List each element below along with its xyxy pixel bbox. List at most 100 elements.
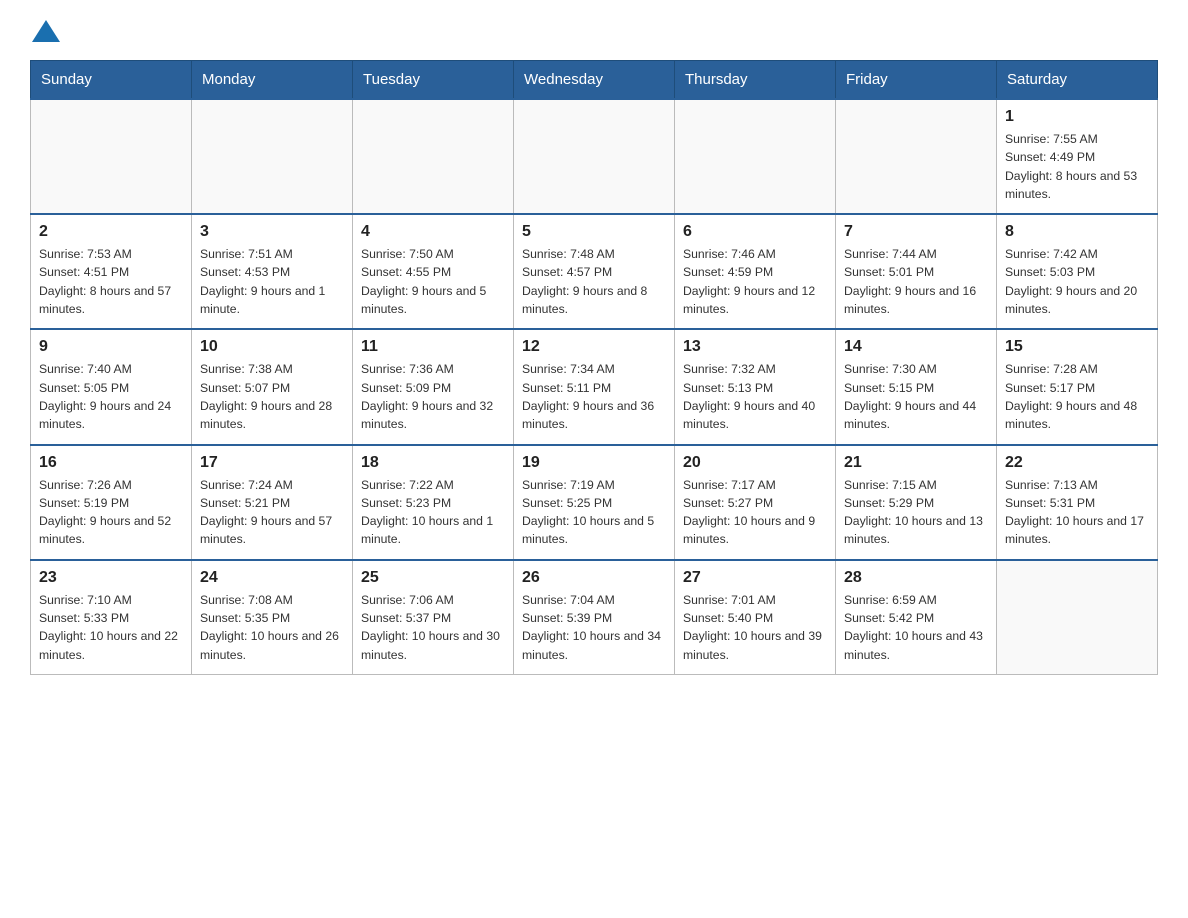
weekday-header-thursday: Thursday	[675, 61, 836, 100]
calendar-cell	[675, 99, 836, 214]
day-number: 28	[844, 569, 988, 587]
day-info: Sunrise: 7:01 AM Sunset: 5:40 PM Dayligh…	[683, 591, 827, 664]
day-number: 14	[844, 338, 988, 356]
day-info: Sunrise: 7:28 AM Sunset: 5:17 PM Dayligh…	[1005, 360, 1149, 433]
day-number: 16	[39, 454, 183, 472]
day-number: 18	[361, 454, 505, 472]
day-number: 23	[39, 569, 183, 587]
calendar-cell: 4 Sunrise: 7:50 AM Sunset: 4:55 PM Daylig…	[353, 214, 514, 329]
weekday-header-wednesday: Wednesday	[514, 61, 675, 100]
calendar-cell	[31, 99, 192, 214]
day-info: Sunrise: 7:10 AM Sunset: 5:33 PM Dayligh…	[39, 591, 183, 664]
day-info: Sunrise: 7:48 AM Sunset: 4:57 PM Dayligh…	[522, 245, 666, 318]
day-info: Sunrise: 7:55 AM Sunset: 4:49 PM Dayligh…	[1005, 130, 1149, 203]
week-row-1: 1 Sunrise: 7:55 AM Sunset: 4:49 PM Daylig…	[31, 99, 1158, 214]
calendar-table: SundayMondayTuesdayWednesdayThursdayFrid…	[30, 60, 1158, 675]
weekday-header-friday: Friday	[836, 61, 997, 100]
day-info: Sunrise: 7:51 AM Sunset: 4:53 PM Dayligh…	[200, 245, 344, 318]
calendar-cell: 9 Sunrise: 7:40 AM Sunset: 5:05 PM Daylig…	[31, 329, 192, 444]
week-row-4: 16 Sunrise: 7:26 AM Sunset: 5:19 PM Dayli…	[31, 445, 1158, 560]
calendar-cell: 20 Sunrise: 7:17 AM Sunset: 5:27 PM Dayli…	[675, 445, 836, 560]
calendar-cell: 14 Sunrise: 7:30 AM Sunset: 5:15 PM Dayli…	[836, 329, 997, 444]
day-number: 12	[522, 338, 666, 356]
day-info: Sunrise: 7:15 AM Sunset: 5:29 PM Dayligh…	[844, 476, 988, 549]
day-number: 11	[361, 338, 505, 356]
calendar-cell: 2 Sunrise: 7:53 AM Sunset: 4:51 PM Daylig…	[31, 214, 192, 329]
week-row-3: 9 Sunrise: 7:40 AM Sunset: 5:05 PM Daylig…	[31, 329, 1158, 444]
day-number: 2	[39, 223, 183, 241]
logo	[30, 20, 60, 44]
day-number: 7	[844, 223, 988, 241]
day-info: Sunrise: 7:26 AM Sunset: 5:19 PM Dayligh…	[39, 476, 183, 549]
day-info: Sunrise: 7:08 AM Sunset: 5:35 PM Dayligh…	[200, 591, 344, 664]
day-number: 20	[683, 454, 827, 472]
day-number: 26	[522, 569, 666, 587]
calendar-cell	[514, 99, 675, 214]
week-row-2: 2 Sunrise: 7:53 AM Sunset: 4:51 PM Daylig…	[31, 214, 1158, 329]
day-info: Sunrise: 7:38 AM Sunset: 5:07 PM Dayligh…	[200, 360, 344, 433]
calendar-cell: 5 Sunrise: 7:48 AM Sunset: 4:57 PM Daylig…	[514, 214, 675, 329]
day-number: 15	[1005, 338, 1149, 356]
day-number: 8	[1005, 223, 1149, 241]
day-info: Sunrise: 7:34 AM Sunset: 5:11 PM Dayligh…	[522, 360, 666, 433]
day-number: 13	[683, 338, 827, 356]
calendar-cell	[353, 99, 514, 214]
calendar-cell: 6 Sunrise: 7:46 AM Sunset: 4:59 PM Daylig…	[675, 214, 836, 329]
day-number: 1	[1005, 108, 1149, 126]
calendar-cell: 28 Sunrise: 6:59 AM Sunset: 5:42 PM Dayli…	[836, 560, 997, 675]
calendar-cell: 12 Sunrise: 7:34 AM Sunset: 5:11 PM Dayli…	[514, 329, 675, 444]
day-info: Sunrise: 7:30 AM Sunset: 5:15 PM Dayligh…	[844, 360, 988, 433]
day-number: 3	[200, 223, 344, 241]
day-info: Sunrise: 7:06 AM Sunset: 5:37 PM Dayligh…	[361, 591, 505, 664]
day-info: Sunrise: 7:13 AM Sunset: 5:31 PM Dayligh…	[1005, 476, 1149, 549]
weekday-header-saturday: Saturday	[997, 61, 1158, 100]
day-info: Sunrise: 7:22 AM Sunset: 5:23 PM Dayligh…	[361, 476, 505, 549]
weekday-header-monday: Monday	[192, 61, 353, 100]
calendar-cell: 17Sunrise: 7:24 AM Sunset: 5:21 PM Dayli…	[192, 445, 353, 560]
day-number: 19	[522, 454, 666, 472]
day-number: 22	[1005, 454, 1149, 472]
calendar-cell: 21 Sunrise: 7:15 AM Sunset: 5:29 PM Dayli…	[836, 445, 997, 560]
calendar-cell: 19 Sunrise: 7:19 AM Sunset: 5:25 PM Dayli…	[514, 445, 675, 560]
day-info: Sunrise: 7:50 AM Sunset: 4:55 PM Dayligh…	[361, 245, 505, 318]
calendar-cell: 1 Sunrise: 7:55 AM Sunset: 4:49 PM Daylig…	[997, 99, 1158, 214]
day-info: Sunrise: 7:40 AM Sunset: 5:05 PM Dayligh…	[39, 360, 183, 433]
day-info: Sunrise: 7:17 AM Sunset: 5:27 PM Dayligh…	[683, 476, 827, 549]
weekday-header-row: SundayMondayTuesdayWednesdayThursdayFrid…	[31, 61, 1158, 100]
day-number: 9	[39, 338, 183, 356]
calendar-cell	[836, 99, 997, 214]
day-number: 27	[683, 569, 827, 587]
day-number: 10	[200, 338, 344, 356]
calendar-cell: 24 Sunrise: 7:08 AM Sunset: 5:35 PM Dayli…	[192, 560, 353, 675]
day-info: Sunrise: 7:32 AM Sunset: 5:13 PM Dayligh…	[683, 360, 827, 433]
day-number: 5	[522, 223, 666, 241]
calendar-cell: 7Sunrise: 7:44 AM Sunset: 5:01 PM Daylig…	[836, 214, 997, 329]
calendar-cell: 18 Sunrise: 7:22 AM Sunset: 5:23 PM Dayli…	[353, 445, 514, 560]
day-number: 24	[200, 569, 344, 587]
calendar-cell: 22 Sunrise: 7:13 AM Sunset: 5:31 PM Dayli…	[997, 445, 1158, 560]
day-info: Sunrise: 6:59 AM Sunset: 5:42 PM Dayligh…	[844, 591, 988, 664]
day-number: 21	[844, 454, 988, 472]
weekday-header-sunday: Sunday	[31, 61, 192, 100]
day-info: Sunrise: 7:46 AM Sunset: 4:59 PM Dayligh…	[683, 245, 827, 318]
calendar-cell: 10 Sunrise: 7:38 AM Sunset: 5:07 PM Dayli…	[192, 329, 353, 444]
weekday-header-tuesday: Tuesday	[353, 61, 514, 100]
day-number: 6	[683, 223, 827, 241]
page-header	[30, 20, 1158, 44]
calendar-cell	[997, 560, 1158, 675]
day-info: Sunrise: 7:42 AM Sunset: 5:03 PM Dayligh…	[1005, 245, 1149, 318]
logo-triangle-icon	[32, 20, 60, 42]
day-info: Sunrise: 7:36 AM Sunset: 5:09 PM Dayligh…	[361, 360, 505, 433]
calendar-cell: 3 Sunrise: 7:51 AM Sunset: 4:53 PM Daylig…	[192, 214, 353, 329]
day-number: 4	[361, 223, 505, 241]
calendar-cell: 8 Sunrise: 7:42 AM Sunset: 5:03 PM Daylig…	[997, 214, 1158, 329]
calendar-cell: 23 Sunrise: 7:10 AM Sunset: 5:33 PM Dayli…	[31, 560, 192, 675]
calendar-cell: 27 Sunrise: 7:01 AM Sunset: 5:40 PM Dayli…	[675, 560, 836, 675]
calendar-cell: 13 Sunrise: 7:32 AM Sunset: 5:13 PM Dayli…	[675, 329, 836, 444]
day-info: Sunrise: 7:24 AM Sunset: 5:21 PM Dayligh…	[200, 476, 344, 549]
calendar-cell	[192, 99, 353, 214]
day-number: 25	[361, 569, 505, 587]
day-info: Sunrise: 7:19 AM Sunset: 5:25 PM Dayligh…	[522, 476, 666, 549]
day-info: Sunrise: 7:53 AM Sunset: 4:51 PM Dayligh…	[39, 245, 183, 318]
calendar-cell: 26Sunrise: 7:04 AM Sunset: 5:39 PM Dayli…	[514, 560, 675, 675]
